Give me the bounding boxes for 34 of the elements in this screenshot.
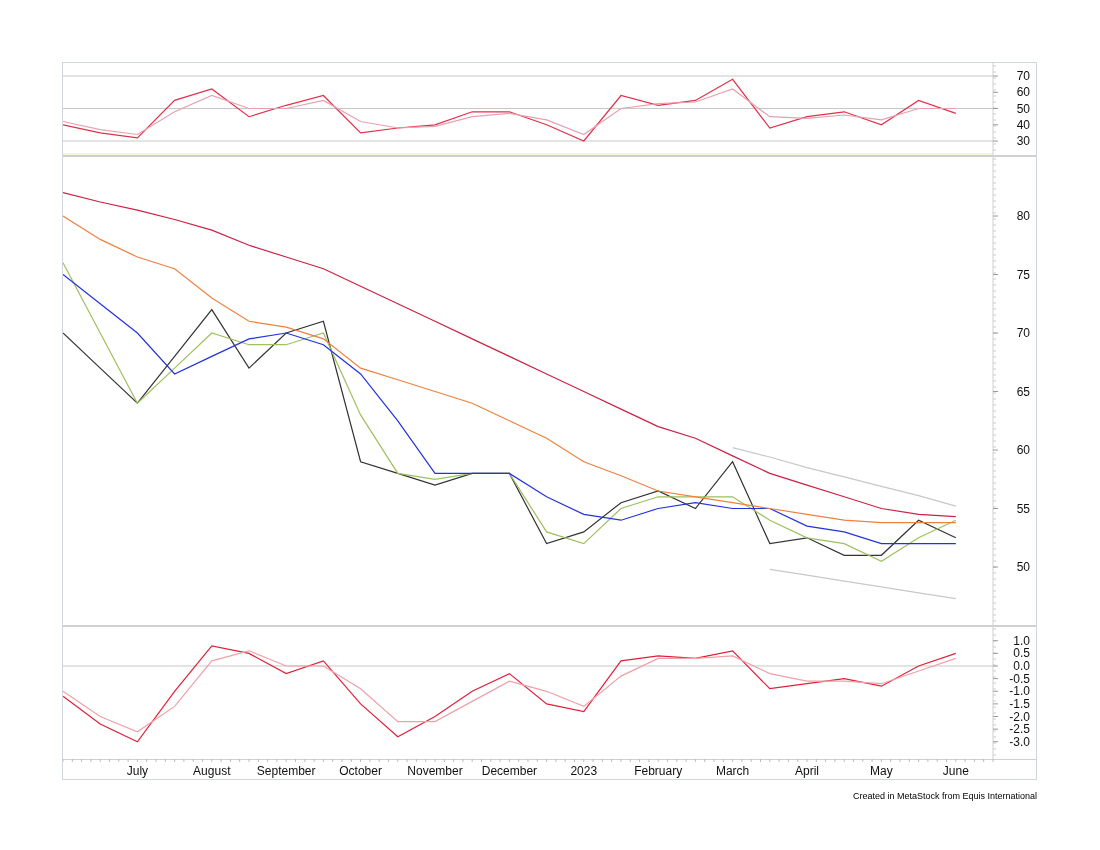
- axis-tick-label: 75: [1016, 267, 1030, 282]
- axis-tick-label: 50: [1016, 560, 1030, 575]
- axis-tick-label: December: [481, 764, 538, 778]
- axis-tick-label: March: [715, 764, 750, 778]
- axis-tick-label: 65: [1016, 384, 1030, 399]
- axis-tick-label: November: [407, 764, 463, 778]
- axis-tick-label: 70: [1016, 326, 1030, 341]
- axis-tick-label: 30: [1016, 134, 1030, 149]
- axis-tick-label: February: [634, 764, 683, 778]
- footer-credit: Created in MetaStock from Equis International: [852, 790, 1037, 803]
- axis-tick-label: -0.5: [1009, 671, 1030, 686]
- axis-tick-label: -3.0: [1009, 734, 1030, 749]
- axis-tick-label: -2.0: [1009, 709, 1030, 724]
- axis-tick-label: 1.0: [1013, 633, 1030, 648]
- axis-tick-label: April: [795, 764, 819, 778]
- axis-tick-label: October: [339, 764, 382, 778]
- axis-tick-label: July: [126, 764, 149, 778]
- axis-tick-label: 2023: [570, 764, 598, 778]
- axis-tick-label: 0.0: [1013, 659, 1030, 673]
- axis-tick-label: -2.5: [1009, 722, 1030, 737]
- axis-tick-label: May: [870, 764, 893, 778]
- axis-tick-label: June: [942, 764, 969, 778]
- axis-tick-label: -1.5: [1009, 696, 1030, 711]
- axis-tick-label: -1.0: [1009, 684, 1030, 699]
- axis-tick-label: 60: [1016, 443, 1030, 458]
- axis-tick-label: 55: [1016, 501, 1030, 516]
- axis-tick-label: 0.5: [1013, 646, 1030, 661]
- axis-tick-label: September: [256, 764, 316, 778]
- axis-tick-label: 50: [1016, 101, 1030, 116]
- axis-tick-label: 70: [1016, 69, 1030, 83]
- axis-tick-label: 40: [1016, 117, 1030, 132]
- axis-tick-label: 60: [1016, 85, 1030, 100]
- axis-tick-label: August: [193, 764, 231, 778]
- axis-tick-label: 80: [1016, 209, 1030, 223]
